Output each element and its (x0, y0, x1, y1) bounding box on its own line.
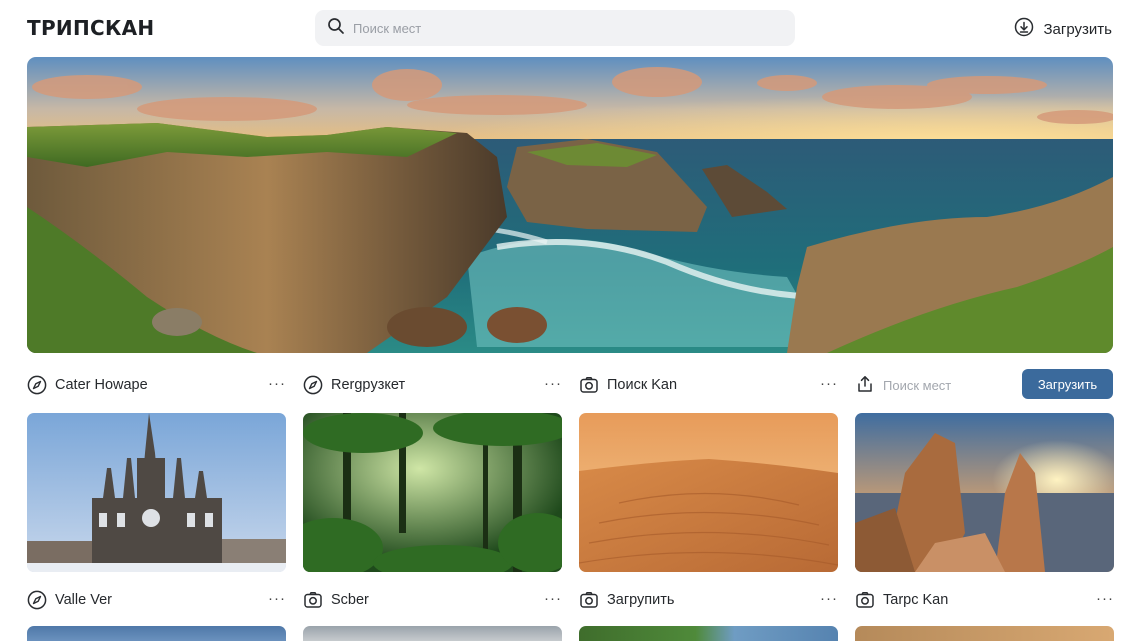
upload-icon (1014, 17, 1044, 41)
more-options-icon[interactable]: ··· (820, 375, 838, 392)
top-bar: ТРИПСКАН Загрузить (0, 0, 1140, 57)
search-input[interactable] (353, 20, 773, 36)
camera-icon (303, 590, 323, 610)
card-title[interactable]: Загрупить (607, 592, 674, 608)
card-meta-2: Rergpyзкет ··· (303, 373, 562, 397)
thumbnail-rocks-sunset[interactable] (855, 413, 1114, 572)
search-icon (327, 17, 345, 40)
mini-search[interactable] (855, 374, 1003, 397)
more-options-icon[interactable]: ··· (820, 590, 838, 607)
thumbnail-desert[interactable] (579, 413, 838, 572)
card-title[interactable]: Cater Howape (55, 377, 148, 393)
card-meta-5: Sсber ··· (303, 588, 562, 612)
card-title[interactable]: Valle Ver (55, 592, 112, 608)
thumbnail-jungle[interactable] (303, 413, 562, 572)
compass-icon (303, 375, 323, 395)
app-logo[interactable]: ТРИПСКАН (27, 16, 154, 40)
thumbnail-cathedral[interactable] (27, 413, 286, 572)
thumbnail-partial-4[interactable] (855, 626, 1114, 641)
more-options-icon[interactable]: ··· (268, 375, 286, 392)
more-options-icon[interactable]: ··· (544, 375, 562, 392)
more-options-icon[interactable]: ··· (1096, 590, 1114, 607)
card-meta-3: Поиск Kan ··· (579, 373, 838, 397)
card-meta-1: Cater Howape ··· (27, 373, 286, 397)
more-options-icon[interactable]: ··· (268, 590, 286, 607)
camera-icon (579, 590, 599, 610)
thumbnail-partial-2[interactable] (303, 626, 562, 641)
card-title[interactable]: Поиск Kan (607, 377, 677, 393)
card-meta-6: Загрупить ··· (579, 588, 838, 612)
share-icon (855, 374, 875, 397)
page: ТРИПСКАН Загрузить (0, 0, 1140, 641)
upload-button-label: Загрузить (1043, 20, 1113, 38)
mini-search-input[interactable] (883, 378, 1003, 393)
card-meta-7: Tarpc Kan ··· (855, 588, 1114, 612)
upload-primary-button[interactable]: Загрузить (1022, 369, 1113, 399)
more-options-icon[interactable]: ··· (544, 590, 562, 607)
thumbnail-partial-1[interactable] (27, 626, 286, 641)
card-title[interactable]: Tarpc Kan (883, 592, 948, 608)
compass-icon (27, 590, 47, 610)
compass-icon (27, 375, 47, 395)
camera-icon (855, 590, 875, 610)
upload-button[interactable]: Загрузить (1014, 17, 1113, 41)
thumbnail-partial-3[interactable] (579, 626, 838, 641)
camera-icon (579, 375, 599, 395)
search-bar[interactable] (315, 10, 795, 46)
hero-image[interactable] (27, 57, 1113, 353)
card-meta-4: Valle Ver ··· (27, 588, 286, 612)
card-title[interactable]: Sсber (331, 592, 369, 608)
card-title[interactable]: Rergpyзкет (331, 377, 405, 393)
